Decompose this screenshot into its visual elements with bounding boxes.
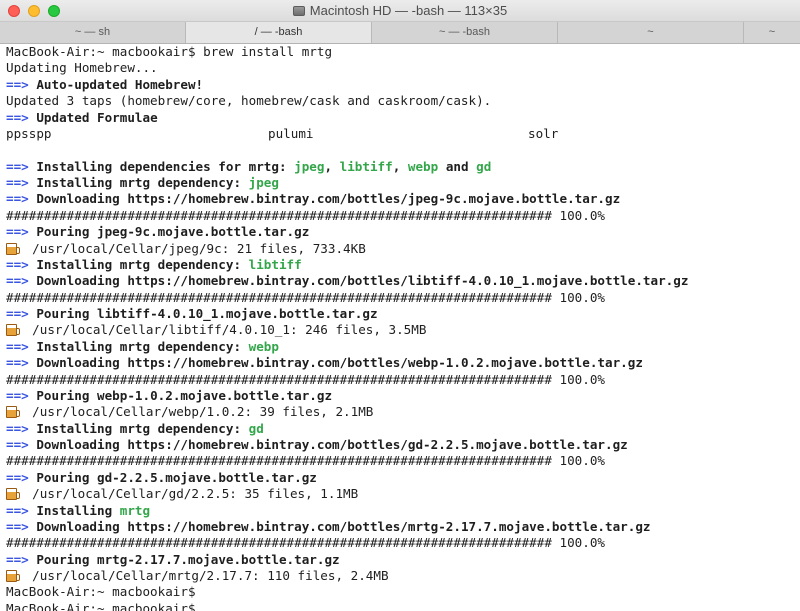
window-title: Macintosh HD — -bash — 113×35: [0, 3, 800, 18]
terminal-line: ==> Pouring webp-1.0.2.mojave.bottle.tar…: [6, 387, 333, 403]
arrow-marker: ==>: [6, 437, 29, 452]
beer-mug-icon: [6, 570, 20, 582]
tab-home[interactable]: ~: [558, 22, 744, 43]
terminal-line: ==> Installing mrtg dependency: jpeg: [6, 175, 279, 190]
terminal-line: ==> Updated Formulae: [6, 109, 158, 125]
formula-name: pulumi: [268, 125, 314, 141]
arrow-marker: ==>: [6, 551, 29, 567]
terminal-line: /usr/local/Cellar/libtiff/4.0.10_1: 246 …: [6, 322, 800, 338]
arrow-marker: ==>: [6, 355, 29, 371]
arrow-marker: ==>: [6, 338, 29, 354]
terminal-window: Macintosh HD — -bash — 113×35 ~ — sh / —…: [0, 0, 800, 611]
terminal-line: Updating Homebrew...: [6, 60, 158, 76]
terminal-line: Updated 3 taps (homebrew/core, homebrew/…: [6, 93, 492, 109]
arrow-marker: ==>: [6, 420, 29, 436]
tab-home-2[interactable]: ~: [744, 22, 800, 43]
tab-root-bash[interactable]: / — -bash: [186, 22, 372, 43]
prompt-line: MacBook-Air:~ macbookair$: [6, 584, 196, 600]
terminal-output[interactable]: MacBook-Air:~ macbookair$ brew install m…: [0, 44, 800, 611]
terminal-line: ==> Pouring mrtg-2.17.7.mojave.bottle.ta…: [6, 551, 340, 567]
arrow-marker: ==>: [6, 387, 29, 403]
terminal-line: /usr/local/Cellar/mrtg/2.17.7: 110 files…: [6, 568, 800, 584]
arrow-marker: ==>: [6, 273, 29, 289]
arrow-marker: ==>: [6, 306, 29, 321]
arrow-marker: ==>: [6, 109, 29, 125]
formulae-list: ppsspp pulumi solr: [6, 126, 800, 142]
terminal-line: ==> Installing mrtg dependency: libtiff: [6, 256, 302, 272]
arrow-marker: ==>: [6, 518, 29, 534]
arrow-marker: ==>: [6, 175, 29, 190]
terminal-line: ==> Downloading https://homebrew.bintray…: [6, 518, 651, 534]
terminal-line: ==> Pouring jpeg-9c.mojave.bottle.tar.gz: [6, 224, 310, 240]
prompt-line[interactable]: MacBook-Air:~ macbookair$: [6, 601, 800, 611]
formula-name: ppsspp: [6, 125, 52, 141]
terminal-line: ==> Installing mrtg: [6, 502, 151, 518]
arrow-marker: ==>: [6, 256, 29, 272]
progress-bar: ########################################…: [6, 371, 605, 387]
terminal-line: ==> Auto-updated Homebrew!: [6, 76, 204, 92]
terminal-line: ==> Downloading https://homebrew.bintray…: [6, 355, 643, 371]
terminal-line: /usr/local/Cellar/jpeg/9c: 21 files, 733…: [6, 241, 800, 257]
tab-bar: ~ — sh / — -bash ~ — -bash ~ ~: [0, 22, 800, 44]
arrow-marker: ==>: [6, 502, 29, 518]
beer-mug-icon: [6, 406, 20, 419]
progress-bar: ########################################…: [6, 207, 605, 223]
arrow-marker: ==>: [6, 191, 29, 207]
tab-home-bash[interactable]: ~ — -bash: [372, 22, 558, 43]
terminal-line: ==> Downloading https://homebrew.bintray…: [6, 191, 621, 207]
title-bar[interactable]: Macintosh HD — -bash — 113×35: [0, 0, 800, 22]
terminal-line: ==> Downloading https://homebrew.bintray…: [6, 437, 628, 452]
beer-mug-icon: [6, 242, 20, 255]
terminal-line: MacBook-Air:~ macbookair$ brew install m…: [6, 44, 333, 59]
tab-sh[interactable]: ~ — sh: [0, 22, 186, 43]
arrow-marker: ==>: [6, 158, 29, 174]
terminal-line: ==> Installing dependencies for mrtg: jp…: [6, 158, 492, 174]
progress-bar: ########################################…: [6, 453, 605, 469]
terminal-line: ==> Installing mrtg dependency: gd: [6, 420, 264, 436]
terminal-line: ==> Downloading https://homebrew.bintray…: [6, 273, 689, 289]
formula-name: solr: [528, 125, 559, 141]
beer-mug-icon: [6, 488, 20, 501]
progress-bar: ########################################…: [6, 535, 605, 551]
arrow-marker: ==>: [6, 469, 29, 485]
terminal-line: ==> Pouring gd-2.2.5.mojave.bottle.tar.g…: [6, 469, 317, 485]
beer-mug-icon: [6, 324, 20, 337]
terminal-line: /usr/local/Cellar/gd/2.2.5: 35 files, 1.…: [6, 486, 800, 502]
progress-bar: ########################################…: [6, 289, 605, 305]
terminal-line: ==> Pouring libtiff-4.0.10_1.mojave.bott…: [6, 306, 378, 321]
terminal-line: ==> Installing mrtg dependency: webp: [6, 338, 279, 354]
arrow-marker: ==>: [6, 76, 29, 92]
terminal-line: /usr/local/Cellar/webp/1.0.2: 39 files, …: [6, 404, 800, 420]
hard-disk-icon: [292, 6, 305, 16]
arrow-marker: ==>: [6, 224, 29, 240]
